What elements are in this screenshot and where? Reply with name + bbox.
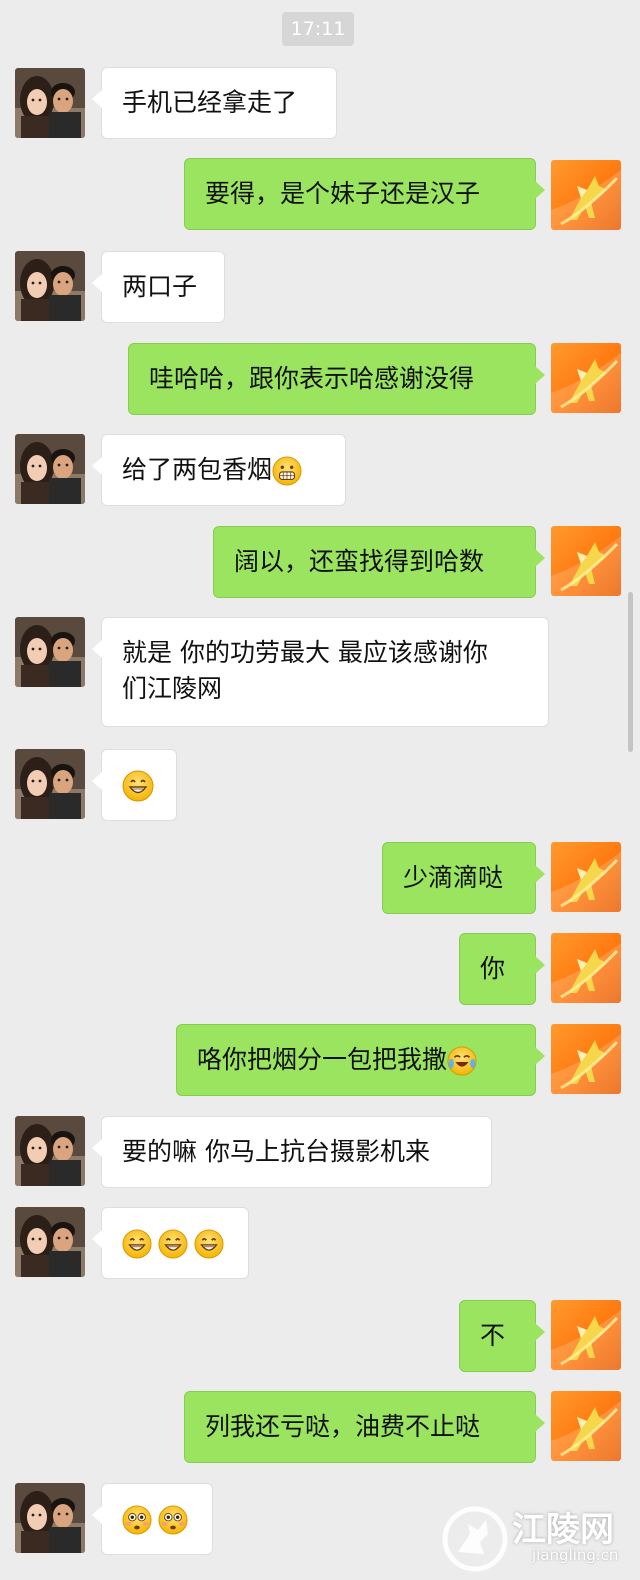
scrollbar[interactable] xyxy=(628,592,633,752)
incoming-message[interactable] xyxy=(92,1207,249,1279)
grin-emoji-icon xyxy=(194,1229,224,1259)
contact-avatar[interactable] xyxy=(15,1207,85,1277)
outgoing-message[interactable]: 列我还亏哒，油费不止哒 xyxy=(184,1391,545,1463)
watermark-name: 江陵网 xyxy=(512,1510,614,1550)
watermark-domain: jiangling.cn xyxy=(532,1546,619,1564)
message-text: 列我还亏哒，油费不止哒 xyxy=(205,1412,481,1441)
message-text: 两口子 xyxy=(122,272,198,301)
incoming-message[interactable] xyxy=(92,1483,213,1555)
grimace-emoji-icon xyxy=(272,456,302,486)
outgoing-message[interactable]: 要得，是个妹子还是汉子 xyxy=(184,158,545,230)
incoming-message[interactable] xyxy=(92,749,177,821)
flushed-emoji-icon xyxy=(158,1505,188,1535)
message-text-line: 们江陵网 xyxy=(122,674,223,703)
message-text: 要得，是个妹子还是汉子 xyxy=(205,179,481,208)
jiangling-logo-icon xyxy=(442,1506,508,1572)
message-text: 不 xyxy=(480,1321,506,1350)
outgoing-message[interactable]: 阔以，还蛮找得到哈数 xyxy=(213,526,545,598)
incoming-message[interactable]: 要的嘛 你马上抗台摄影机来 xyxy=(92,1116,492,1188)
outgoing-message[interactable]: 哇哈哈，跟你表示哈感谢没得 xyxy=(128,343,545,415)
contact-avatar[interactable] xyxy=(15,251,85,321)
outgoing-message[interactable]: 你 xyxy=(459,933,545,1005)
message-text: 要的嘛 你马上抗台摄影机来 xyxy=(122,1137,430,1166)
self-avatar[interactable] xyxy=(551,526,621,596)
grin-emoji-icon xyxy=(158,1229,188,1259)
incoming-message[interactable]: 两口子 xyxy=(92,251,225,323)
message-text: 哇哈哈，跟你表示哈感谢没得 xyxy=(149,364,475,393)
outgoing-message[interactable]: 不 xyxy=(459,1300,545,1372)
self-avatar[interactable] xyxy=(551,933,621,1003)
incoming-message[interactable]: 给了两包香烟 xyxy=(92,434,346,506)
message-text: 给了两包香烟 xyxy=(122,455,273,484)
incoming-message[interactable]: 手机已经拿走了 xyxy=(92,67,337,139)
contact-avatar[interactable] xyxy=(15,1483,85,1553)
message-text: 咯你把烟分一包把我撒 xyxy=(197,1045,448,1074)
message-text: 你 xyxy=(480,954,506,983)
flushed-emoji-icon xyxy=(122,1505,152,1535)
contact-avatar[interactable] xyxy=(15,434,85,504)
crying-laughing-emoji-icon xyxy=(447,1046,477,1076)
incoming-message[interactable]: 就是 你的功劳最大 最应该感谢你 们江陵网 xyxy=(92,617,549,727)
grin-emoji-icon xyxy=(122,770,154,802)
watermark: 江陵网 jiangling.cn xyxy=(440,1500,636,1576)
grin-emoji-icon xyxy=(122,1229,152,1259)
contact-avatar[interactable] xyxy=(15,68,85,138)
self-avatar[interactable] xyxy=(551,343,621,413)
contact-avatar[interactable] xyxy=(15,1116,85,1186)
outgoing-message[interactable]: 咯你把烟分一包把我撒 xyxy=(176,1024,545,1096)
message-text: 阔以，还蛮找得到哈数 xyxy=(234,547,485,576)
message-text-line: 就是 你的功劳最大 最应该感谢你 xyxy=(122,638,488,667)
self-avatar[interactable] xyxy=(551,1024,621,1094)
self-avatar[interactable] xyxy=(551,160,621,230)
contact-avatar[interactable] xyxy=(15,617,85,687)
message-text: 少滴滴哒 xyxy=(403,863,504,892)
message-text: 手机已经拿走了 xyxy=(122,88,298,117)
outgoing-message[interactable]: 少滴滴哒 xyxy=(382,842,545,914)
contact-avatar[interactable] xyxy=(15,749,85,819)
self-avatar[interactable] xyxy=(551,842,621,912)
message-timestamp: 17:11 xyxy=(282,12,354,46)
self-avatar[interactable] xyxy=(551,1300,621,1370)
self-avatar[interactable] xyxy=(551,1391,621,1461)
